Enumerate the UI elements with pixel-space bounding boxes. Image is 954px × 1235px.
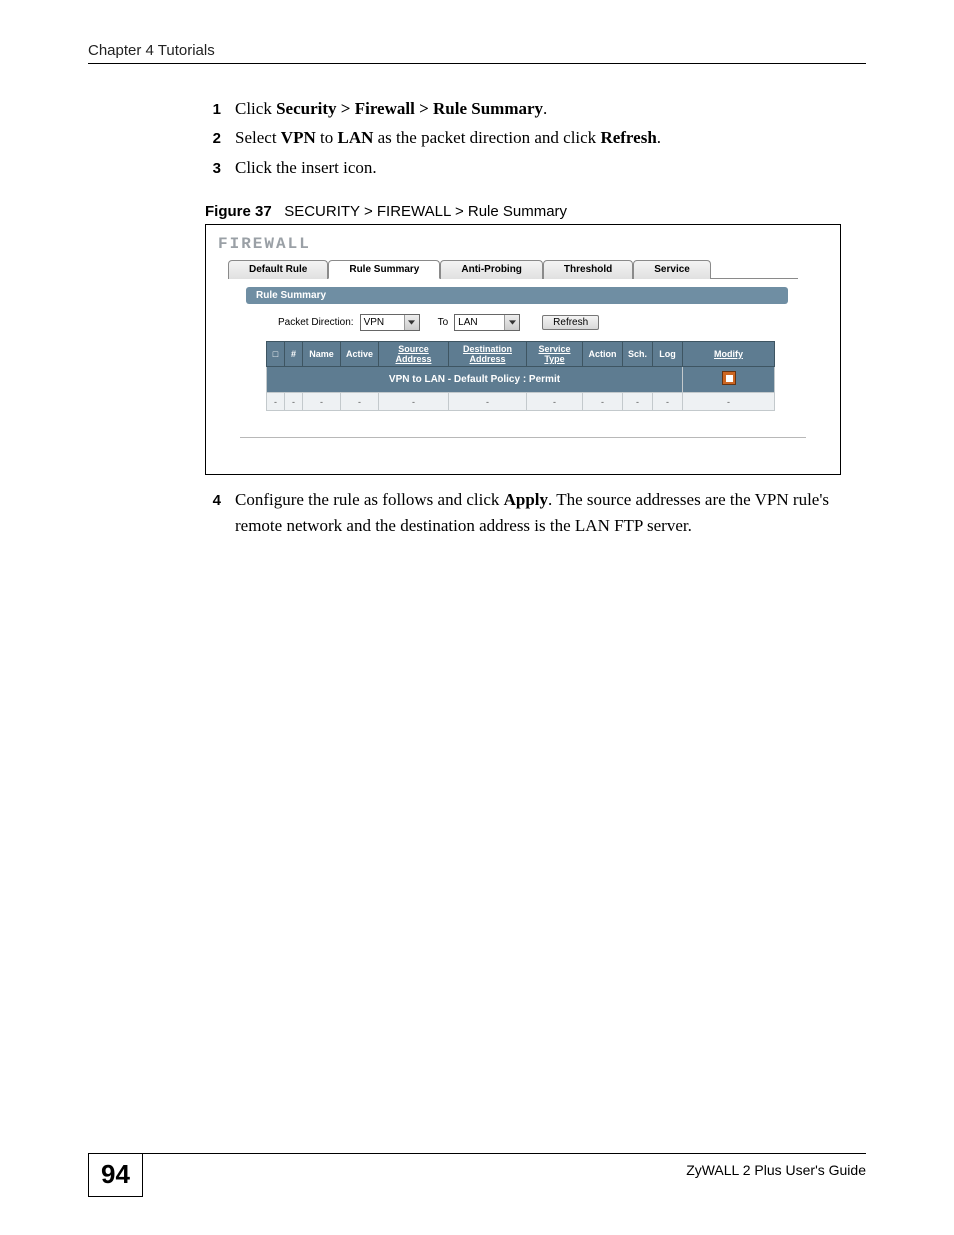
step-4: 4 Configure the rule as follows and clic…	[205, 487, 866, 540]
step-number: 2	[205, 125, 221, 151]
to-select[interactable]: LAN	[454, 314, 520, 331]
page-footer: 94 ZyWALL 2 Plus User's Guide	[88, 1153, 866, 1197]
section-rule-summary: Rule Summary	[246, 287, 788, 304]
policy-text: VPN to LAN - Default Policy : Permit	[267, 367, 683, 393]
col-name: Name	[303, 342, 341, 367]
chapter-header: Chapter 4 Tutorials	[88, 42, 866, 64]
col-log: Log	[653, 342, 683, 367]
insert-icon[interactable]	[722, 371, 736, 385]
refresh-button[interactable]: Refresh	[542, 315, 599, 330]
firewall-screenshot: FIREWALL Default Rule Rule Summary Anti-…	[205, 224, 841, 475]
step-3: 3 Click the insert icon.	[205, 155, 866, 181]
to-label: To	[438, 317, 449, 328]
figure-caption: Figure 37 SECURITY > FIREWALL > Rule Sum…	[205, 203, 866, 220]
step-text: Configure the rule as follows and click …	[235, 487, 866, 540]
from-value: VPN	[364, 317, 385, 328]
col-hash: #	[285, 342, 303, 367]
empty-row: - - - - - - - - - - -	[267, 393, 775, 411]
rule-table: □ # Name Active Source Address Destinati…	[266, 341, 775, 411]
tab-default-rule[interactable]: Default Rule	[228, 260, 328, 279]
table-header-row: □ # Name Active Source Address Destinati…	[267, 342, 775, 367]
col-service[interactable]: Service Type	[527, 342, 583, 367]
page-number: 94	[88, 1153, 143, 1197]
col-source[interactable]: Source Address	[379, 342, 449, 367]
chevron-down-icon	[404, 315, 419, 330]
step-2: 2 Select VPN to LAN as the packet direct…	[205, 125, 866, 151]
col-expand[interactable]: □	[267, 342, 285, 367]
policy-insert-cell[interactable]	[683, 367, 775, 393]
col-active: Active	[341, 342, 379, 367]
from-select[interactable]: VPN	[360, 314, 420, 331]
firewall-title: FIREWALL	[218, 235, 828, 253]
packet-direction-row: Packet Direction: VPN To LAN Refresh	[278, 314, 818, 331]
step-text: Click Security > Firewall > Rule Summary…	[235, 96, 866, 122]
col-action: Action	[583, 342, 623, 367]
chevron-down-icon	[504, 315, 519, 330]
step-number: 3	[205, 155, 221, 181]
tab-service[interactable]: Service	[633, 260, 711, 279]
col-modify[interactable]: Modify	[683, 342, 775, 367]
col-dest[interactable]: Destination Address	[449, 342, 527, 367]
to-value: LAN	[458, 317, 477, 328]
step-text: Click the insert icon.	[235, 155, 866, 181]
steps-list: 1 Click Security > Firewall > Rule Summa…	[205, 96, 866, 181]
packet-direction-label: Packet Direction:	[278, 317, 354, 328]
policy-row: VPN to LAN - Default Policy : Permit	[267, 367, 775, 393]
step-1: 1 Click Security > Firewall > Rule Summa…	[205, 96, 866, 122]
step-text: Select VPN to LAN as the packet directio…	[235, 125, 866, 151]
guide-title: ZyWALL 2 Plus User's Guide	[686, 1158, 866, 1178]
tab-rule-summary[interactable]: Rule Summary	[328, 260, 440, 279]
tab-bar: Default Rule Rule Summary Anti-Probing T…	[228, 259, 798, 279]
col-sch: Sch.	[623, 342, 653, 367]
step-4-block: 4 Configure the rule as follows and clic…	[205, 487, 866, 540]
divider	[240, 437, 806, 438]
step-number: 1	[205, 96, 221, 122]
tab-anti-probing[interactable]: Anti-Probing	[440, 260, 543, 279]
step-number: 4	[205, 487, 221, 540]
tab-threshold[interactable]: Threshold	[543, 260, 633, 279]
